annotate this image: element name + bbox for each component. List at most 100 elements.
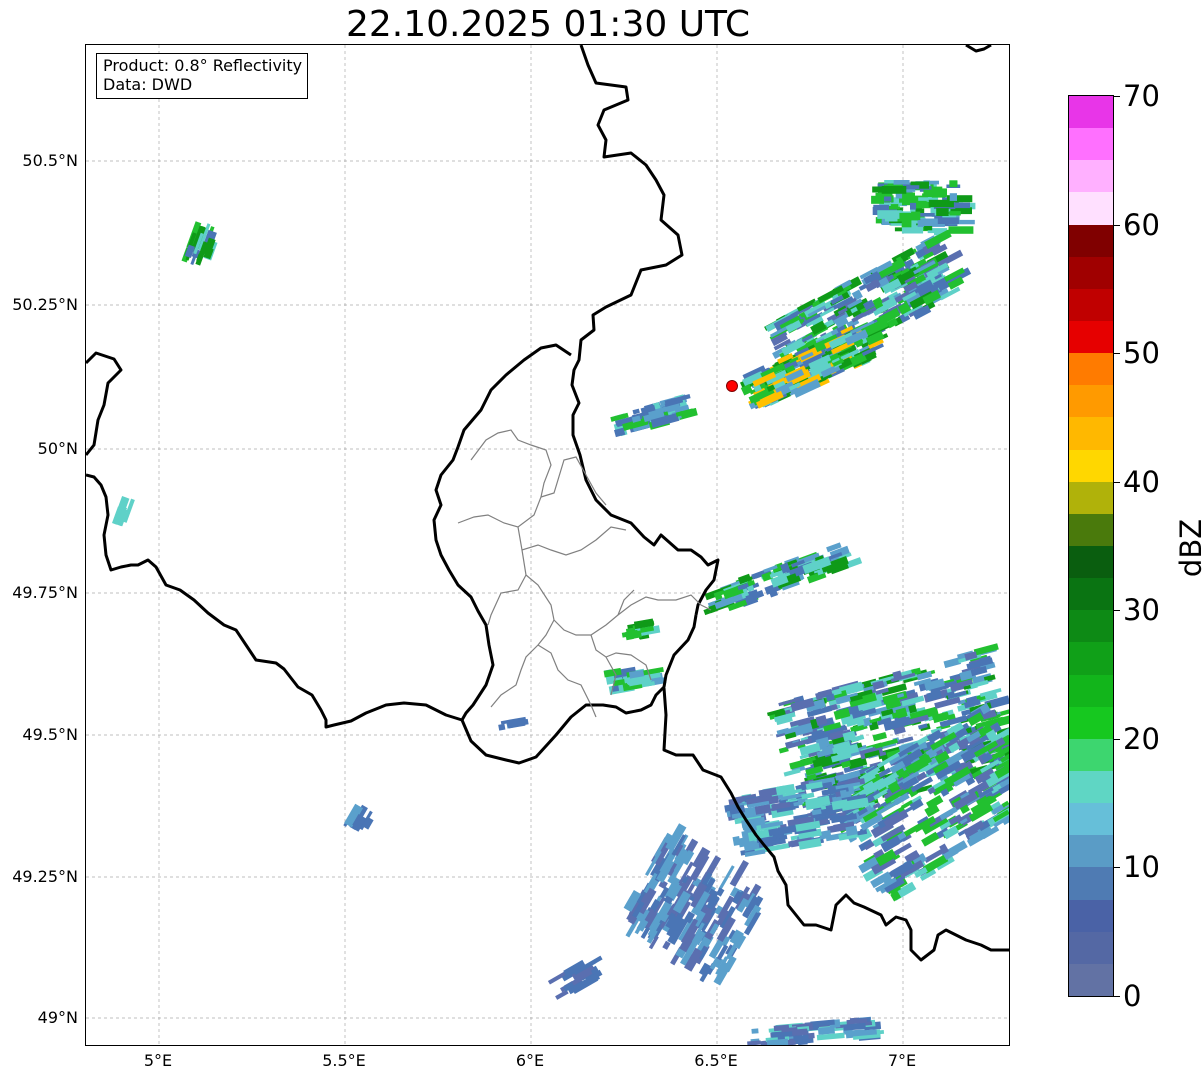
colorbar-segment: [1069, 449, 1113, 482]
colorbar-tick-label: 10: [1123, 850, 1160, 885]
colorbar-tick: [1113, 481, 1120, 483]
map-title: 22.10.2025 01:30 UTC: [345, 4, 751, 45]
district-borders: [457, 429, 712, 718]
echo-cell: [923, 189, 947, 197]
echo-cell: [928, 199, 954, 208]
lat-label-49-5: 49.5°N: [22, 725, 78, 744]
colorbar-segment: [1069, 931, 1113, 964]
data-source-text: Data: DWD: [103, 75, 193, 94]
echo-cell: [751, 1028, 759, 1034]
lat-label-49-25: 49.25°N: [12, 867, 78, 886]
colorbar-segment: [1069, 159, 1113, 193]
echo-cell: [926, 690, 943, 702]
colorbar-segment: [1069, 706, 1113, 739]
product-text: Product: 0.8° Reflectivity: [103, 56, 303, 75]
echo-cell: [877, 210, 902, 219]
echo-cell: [917, 213, 935, 217]
echo-cell: [882, 196, 892, 202]
echo-cell: [924, 226, 933, 231]
echo-cell: [936, 208, 949, 216]
colorbar-segment: [1069, 641, 1113, 675]
colorbar-segment: [1069, 513, 1113, 546]
colorbar-tick-label: 60: [1123, 207, 1160, 242]
colorbar-tick-label: 40: [1123, 464, 1160, 499]
echo-cell: [910, 202, 917, 210]
echo-cell: [817, 1026, 835, 1035]
echo-cell: [732, 836, 741, 846]
echo-cell: [881, 186, 907, 194]
colorbar-tick: [1113, 996, 1120, 997]
colorbar-tick: [1113, 867, 1120, 869]
colorbar-segment: [1069, 738, 1113, 771]
lon-label-5: 5°E: [143, 1051, 173, 1070]
echo-cell: [747, 1040, 761, 1045]
colorbar-tick: [1113, 96, 1120, 97]
lat-label-50: 50°N: [37, 439, 78, 458]
colorbar-tick-label: 0: [1123, 979, 1142, 1013]
colorbar-tick: [1113, 353, 1120, 355]
echo-cell: [949, 180, 958, 188]
lon-label-7: 7°E: [887, 1051, 917, 1070]
colorbar-segment: [1069, 545, 1113, 579]
echo-cell: [899, 212, 919, 221]
colorbar-tick-label: 20: [1123, 721, 1160, 756]
echo-cell: [937, 217, 959, 224]
lat-label-50-5: 50.5°N: [22, 151, 78, 170]
reflectivity-echoes: [112, 180, 1009, 1045]
radar-site-marker: [726, 380, 738, 392]
lon-label-6-5: 6.5°E: [694, 1051, 738, 1070]
colorbar-segment: [1069, 384, 1113, 418]
colorbar-segment: [1069, 127, 1113, 161]
colorbar-tick-label: 70: [1123, 79, 1160, 113]
colorbar-tick-label: 50: [1123, 336, 1160, 371]
echo-cell: [498, 723, 506, 731]
lat-label-50-25: 50.25°N: [12, 295, 78, 314]
echo-cell: [662, 940, 671, 950]
product-info-box: Product: 0.8° Reflectivity Data: DWD: [96, 53, 309, 99]
echo-cell: [839, 789, 848, 797]
colorbar-segment: [1069, 866, 1113, 900]
colorbar-segment: [1069, 834, 1113, 868]
colorbar-segment: [1069, 288, 1113, 321]
graticule: [86, 45, 1009, 1045]
colorbar-segment: [1069, 95, 1113, 129]
colorbar-segment: [1069, 191, 1113, 225]
radar-map[interactable]: [85, 44, 1010, 1046]
colorbar-tick: [1113, 224, 1120, 226]
echo-cell: [871, 195, 884, 204]
echo-cell: [921, 831, 940, 847]
colorbar-segment: [1069, 609, 1113, 643]
colorbar-segment: [1069, 320, 1113, 354]
map-canvas: [86, 45, 1009, 1045]
echo-cell: [949, 193, 957, 201]
colorbar-segment: [1069, 899, 1113, 932]
echo-cell: [948, 226, 974, 234]
echo-cell: [890, 204, 899, 208]
colorbar: [1068, 95, 1114, 997]
lon-label-6: 6°E: [515, 1051, 545, 1070]
colorbar-segment: [1069, 416, 1113, 450]
lat-label-49: 49°N: [37, 1008, 78, 1027]
echo-cell: [873, 204, 889, 212]
colorbar-segment: [1069, 770, 1113, 804]
colorbar-segment: [1069, 352, 1113, 386]
colorbar-tick-label: 30: [1123, 593, 1160, 628]
colorbar-segment: [1069, 577, 1113, 611]
colorbar-segment: [1069, 256, 1113, 289]
echo-cell: [845, 825, 858, 837]
colorbar-segment: [1069, 481, 1113, 514]
colorbar-unit-label: dBZ: [1174, 518, 1202, 578]
colorbar-segment: [1069, 963, 1113, 996]
colorbar-segment: [1069, 674, 1113, 707]
echo-cell: [872, 731, 887, 742]
lat-label-49-75: 49.75°N: [12, 583, 78, 602]
echo-cell: [949, 211, 961, 216]
colorbar-segment: [1069, 802, 1113, 836]
lon-label-5-5: 5.5°E: [322, 1051, 366, 1070]
echo-cell: [718, 865, 735, 891]
colorbar-segment: [1069, 224, 1113, 257]
colorbar-tick: [1113, 738, 1120, 740]
colorbar-tick: [1113, 610, 1120, 612]
echo-cell: [943, 657, 962, 669]
echo-cell: [729, 859, 749, 887]
